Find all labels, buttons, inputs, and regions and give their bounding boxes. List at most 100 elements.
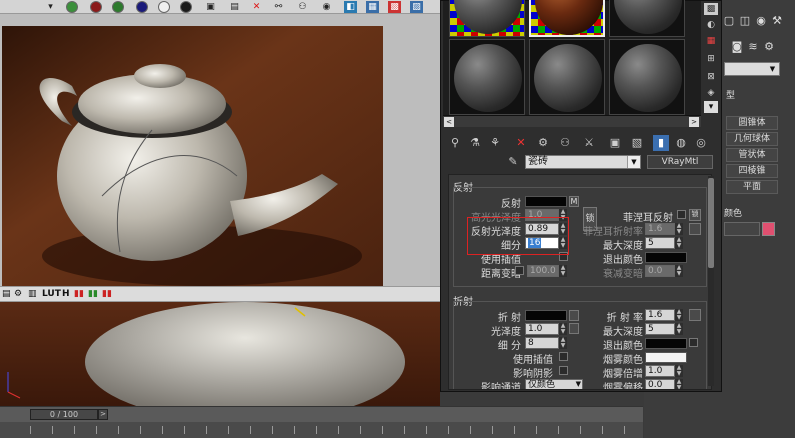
plane-button[interactable]: 平面 — [726, 180, 778, 194]
reflect-map-button[interactable]: M — [569, 196, 579, 207]
tube-button[interactable]: 管状体 — [726, 148, 778, 162]
affect-shadows-checkbox[interactable] — [559, 366, 568, 375]
refr-max-depth-spinner[interactable]: ▲ ▼ — [675, 323, 683, 335]
fog-mult-input[interactable]: 1.0 — [645, 365, 675, 377]
circle-settings-icon[interactable]: ⚙ — [14, 288, 22, 301]
3d-viewport[interactable] — [0, 302, 440, 406]
video-check-icon[interactable]: ⊠ — [704, 71, 718, 83]
pin-icon[interactable]: ▮▮ — [74, 288, 84, 301]
reflect-color-swatch[interactable] — [525, 196, 567, 207]
dim-falloff-spinner[interactable]: ▲ ▼ — [675, 265, 683, 277]
chevron-down-icon[interactable]: ▼ — [627, 156, 640, 168]
refr-gloss-spinner[interactable]: ▲ ▼ — [559, 323, 567, 335]
lights-icon[interactable]: ≋ — [746, 40, 760, 54]
dropdown-arrow-icon[interactable]: ▾ — [44, 1, 57, 13]
make-unique-icon[interactable]: ⚇ — [557, 135, 573, 151]
slot-scrollbar[interactable]: < > — [443, 115, 701, 127]
dim-distance-checkbox[interactable] — [515, 266, 524, 275]
refr-exit-color-swatch[interactable] — [645, 338, 687, 349]
preview-icon[interactable]: ◈ — [704, 87, 718, 99]
compare-icon[interactable]: ▮▮ — [88, 288, 98, 301]
render-frame-icon[interactable]: ▦ — [366, 1, 379, 13]
render-setup-icon[interactable]: ◧ — [344, 1, 357, 13]
fog-mult-spinner[interactable]: ▲ ▼ — [675, 365, 683, 377]
create-geometry-icon[interactable]: ▢ — [722, 14, 736, 28]
next-frame-button[interactable]: > — [98, 409, 108, 420]
stats-icon[interactable]: ▥ — [28, 288, 37, 301]
scroll-right-button[interactable]: > — [689, 117, 699, 127]
ior-map-button[interactable] — [689, 309, 701, 321]
material-ball-blue-icon[interactable] — [136, 1, 148, 13]
dim-distance-input[interactable]: 100.0 — [527, 265, 559, 277]
refl-max-depth-spinner[interactable]: ▲ ▼ — [675, 237, 683, 249]
uv-tiling-icon[interactable]: ⊞ — [704, 53, 718, 65]
refr-use-interp-checkbox[interactable] — [559, 352, 568, 361]
material-ball-black-icon[interactable] — [180, 1, 192, 13]
sample-slot-6[interactable] — [609, 39, 685, 115]
refract-color-swatch[interactable] — [525, 310, 567, 321]
scroll-down-icon[interactable]: ▾ — [704, 101, 718, 113]
fresnel-checkbox[interactable] — [677, 210, 686, 219]
lut-button[interactable]: LUT — [42, 288, 61, 301]
fresnel-ior-spinner[interactable]: ▲ ▼ — [675, 223, 683, 235]
sample-slot-2[interactable] — [529, 0, 605, 37]
material-ball-darkgreen-icon[interactable] — [112, 1, 124, 13]
refr-gloss-input[interactable]: 1.0 — [525, 323, 559, 335]
render-active-icon[interactable]: ▨ — [410, 1, 423, 13]
get-material-icon[interactable]: ⚲ — [447, 135, 463, 151]
group-icon[interactable]: ⚇ — [296, 1, 309, 13]
sample-slot-5[interactable] — [529, 39, 605, 115]
put-to-library-icon[interactable]: ⚔ — [581, 135, 597, 151]
modify-icon[interactable]: ◫ — [738, 14, 752, 28]
render-icon[interactable]: ▩ — [388, 1, 401, 13]
fog-bias-input[interactable]: 0.0 — [645, 379, 675, 389]
camera-icon[interactable]: ◉ — [320, 1, 333, 13]
material-ball-white-icon[interactable] — [158, 1, 170, 13]
object-name-field[interactable] — [724, 222, 760, 236]
eyedropper-icon[interactable]: ✎ — [505, 155, 521, 169]
dim-distance-spinner[interactable]: ▲ ▼ — [559, 265, 567, 277]
material-name-field[interactable]: 瓷砖 — [525, 155, 641, 169]
channel-icon[interactable]: ▤ — [2, 288, 11, 301]
refl-exit-color-swatch[interactable] — [645, 252, 687, 263]
refr-subdivs-spinner[interactable]: ▲ ▼ — [559, 337, 567, 349]
refr-subdivs-input[interactable]: 8 — [525, 337, 559, 349]
geosphere-button[interactable]: 几何球体 — [726, 132, 778, 146]
fresnel-ior-input[interactable]: 1.6 — [645, 223, 675, 235]
delete-icon[interactable]: ✕ — [250, 1, 263, 13]
ior-spinner[interactable]: ▲ ▼ — [675, 309, 683, 321]
swap-icon[interactable]: ▮▮ — [102, 288, 112, 301]
fresnel-ior-map-button[interactable] — [689, 223, 701, 235]
go-forward-icon[interactable]: ◎ — [693, 135, 709, 151]
sample-slot-4[interactable] — [449, 39, 525, 115]
track-bar[interactable] — [0, 422, 643, 438]
refr-exit-color-checkbox[interactable] — [689, 338, 698, 347]
dim-falloff-input[interactable]: 0.0 — [645, 265, 675, 277]
material-id-icon[interactable]: ▣ — [607, 135, 623, 151]
fresnel-lock-button[interactable]: 锁 — [689, 209, 701, 221]
refl-max-depth-input[interactable]: 5 — [645, 237, 675, 249]
time-slider[interactable]: 0 / 100 — [30, 409, 98, 420]
cone-button[interactable]: 圆锥体 — [726, 116, 778, 130]
save-icon[interactable]: ▣ — [204, 1, 217, 13]
assign-icon[interactable]: ⚘ — [487, 135, 503, 151]
sample-slot-1[interactable] — [449, 0, 525, 37]
material-type-button[interactable]: VRayMtl — [647, 155, 713, 169]
backlight-icon[interactable]: ◐ — [704, 19, 718, 31]
ior-input[interactable]: 1.6 — [645, 309, 675, 321]
show-end-result-icon[interactable]: ▮ — [653, 135, 669, 151]
reset-map-icon[interactable]: ✕ — [513, 135, 529, 151]
sample-type-icon[interactable]: ▩ — [704, 3, 718, 15]
cameras-icon[interactable]: ⚙ — [762, 40, 776, 54]
pyramid-button[interactable]: 四棱锥 — [726, 164, 778, 178]
make-copy-icon[interactable]: ⚙ — [535, 135, 551, 151]
scroll-left-button[interactable]: < — [444, 117, 454, 127]
hierarchy-icon[interactable]: ◉ — [754, 14, 768, 28]
background-icon[interactable]: ▦ — [704, 35, 718, 47]
fog-bias-spinner[interactable]: ▲ ▼ — [675, 379, 683, 389]
histogram-button[interactable]: H — [62, 288, 70, 301]
object-color-swatch[interactable] — [762, 222, 775, 236]
put-to-scene-icon[interactable]: ⚗ — [467, 135, 483, 151]
fog-color-swatch[interactable] — [645, 352, 687, 363]
shapes-icon[interactable]: ◙ — [730, 40, 744, 54]
